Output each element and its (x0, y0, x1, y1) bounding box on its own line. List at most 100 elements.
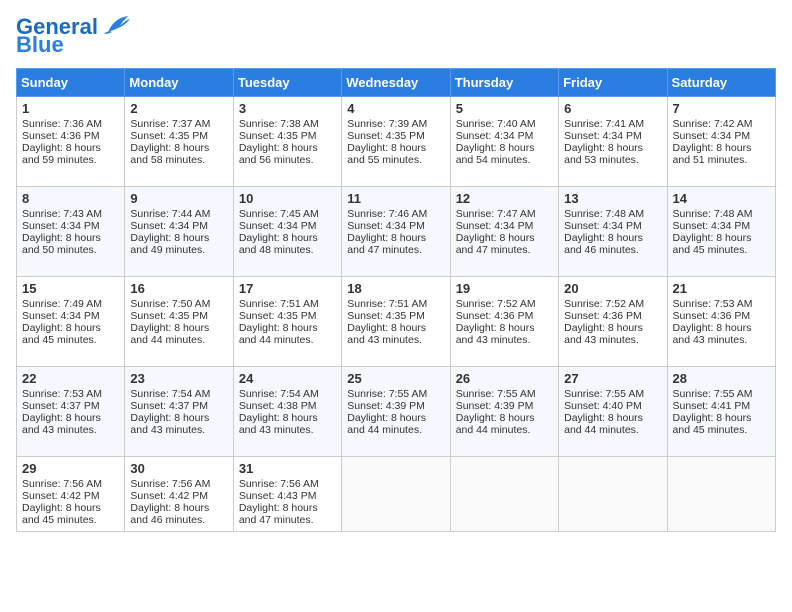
sunset-time: Sunset: 4:39 PM (347, 400, 425, 412)
sunset-time: Sunset: 4:35 PM (239, 310, 317, 322)
day-number: 3 (239, 101, 336, 116)
day-number: 6 (564, 101, 661, 116)
calendar-cell-16: 16Sunrise: 7:50 AMSunset: 4:35 PMDayligh… (125, 277, 233, 367)
calendar-cell-2: 2Sunrise: 7:37 AMSunset: 4:35 PMDaylight… (125, 97, 233, 187)
sunrise-time: Sunrise: 7:56 AM (239, 478, 319, 490)
daylight-hours: Daylight: 8 hours and 55 minutes. (347, 142, 426, 166)
calendar-cell-empty (450, 457, 558, 532)
daylight-hours: Daylight: 8 hours and 54 minutes. (456, 142, 535, 166)
calendar-cell-8: 8Sunrise: 7:43 AMSunset: 4:34 PMDaylight… (17, 187, 125, 277)
daylight-hours: Daylight: 8 hours and 43 minutes. (673, 322, 752, 346)
day-number: 28 (673, 371, 770, 386)
daylight-hours: Daylight: 8 hours and 44 minutes. (564, 412, 643, 436)
sunrise-time: Sunrise: 7:56 AM (130, 478, 210, 490)
sunset-time: Sunset: 4:34 PM (456, 130, 534, 142)
sunset-time: Sunset: 4:34 PM (564, 130, 642, 142)
day-number: 4 (347, 101, 444, 116)
daylight-hours: Daylight: 8 hours and 51 minutes. (673, 142, 752, 166)
calendar-cell-21: 21Sunrise: 7:53 AMSunset: 4:36 PMDayligh… (667, 277, 775, 367)
sunrise-time: Sunrise: 7:46 AM (347, 208, 427, 220)
sunset-time: Sunset: 4:34 PM (239, 220, 317, 232)
day-number: 16 (130, 281, 227, 296)
daylight-hours: Daylight: 8 hours and 56 minutes. (239, 142, 318, 166)
sunset-time: Sunset: 4:40 PM (564, 400, 642, 412)
sunrise-time: Sunrise: 7:36 AM (22, 118, 102, 130)
sunrise-time: Sunrise: 7:48 AM (564, 208, 644, 220)
sunset-time: Sunset: 4:36 PM (564, 310, 642, 322)
daylight-hours: Daylight: 8 hours and 58 minutes. (130, 142, 209, 166)
daylight-hours: Daylight: 8 hours and 44 minutes. (130, 322, 209, 346)
logo: General Blue (16, 16, 132, 56)
calendar-cell-20: 20Sunrise: 7:52 AMSunset: 4:36 PMDayligh… (559, 277, 667, 367)
sunrise-time: Sunrise: 7:53 AM (673, 298, 753, 310)
day-number: 12 (456, 191, 553, 206)
sunrise-time: Sunrise: 7:43 AM (22, 208, 102, 220)
sunset-time: Sunset: 4:42 PM (130, 490, 208, 502)
daylight-hours: Daylight: 8 hours and 45 minutes. (22, 502, 101, 526)
calendar-header-row: SundayMondayTuesdayWednesdayThursdayFrid… (17, 69, 776, 97)
sunrise-time: Sunrise: 7:53 AM (22, 388, 102, 400)
sunset-time: Sunset: 4:37 PM (130, 400, 208, 412)
sunset-time: Sunset: 4:35 PM (239, 130, 317, 142)
calendar-cell-3: 3 Sunrise: 7:38 AMSunset: 4:35 PMDaylight… (233, 97, 341, 187)
day-number: 5 (456, 101, 553, 116)
daylight-hours: Daylight: 8 hours and 43 minutes. (456, 322, 535, 346)
day-number: 14 (673, 191, 770, 206)
sunset-time: Sunset: 4:34 PM (347, 220, 425, 232)
day-number: 17 (239, 281, 336, 296)
sunrise-time: Sunrise: 7:55 AM (564, 388, 644, 400)
day-number: 22 (22, 371, 119, 386)
sunset-time: Sunset: 4:36 PM (673, 310, 751, 322)
calendar-cell-17: 17Sunrise: 7:51 AMSunset: 4:35 PMDayligh… (233, 277, 341, 367)
day-number: 25 (347, 371, 444, 386)
sunrise-time: Sunrise: 7:42 AM (673, 118, 753, 130)
daylight-hours: Daylight: 8 hours and 45 minutes. (22, 322, 101, 346)
daylight-hours: Daylight: 8 hours and 45 minutes. (673, 232, 752, 256)
sunrise-time: Sunrise: 7:56 AM (22, 478, 102, 490)
sunset-time: Sunset: 4:34 PM (22, 220, 100, 232)
sunset-time: Sunset: 4:34 PM (673, 130, 751, 142)
day-number: 1 (22, 101, 119, 116)
col-header-tuesday: Tuesday (233, 69, 341, 97)
logo-text-blue: Blue (16, 34, 64, 56)
daylight-hours: Daylight: 8 hours and 43 minutes. (130, 412, 209, 436)
sunset-time: Sunset: 4:35 PM (347, 310, 425, 322)
daylight-hours: Daylight: 8 hours and 47 minutes. (239, 502, 318, 526)
sunrise-time: Sunrise: 7:55 AM (347, 388, 427, 400)
sunset-time: Sunset: 4:34 PM (564, 220, 642, 232)
daylight-hours: Daylight: 8 hours and 44 minutes. (456, 412, 535, 436)
calendar-cell-19: 19Sunrise: 7:52 AMSunset: 4:36 PMDayligh… (450, 277, 558, 367)
day-number: 23 (130, 371, 227, 386)
day-number: 31 (239, 461, 336, 476)
day-number: 29 (22, 461, 119, 476)
calendar-cell-15: 15Sunrise: 7:49 AMSunset: 4:34 PMDayligh… (17, 277, 125, 367)
sunrise-time: Sunrise: 7:45 AM (239, 208, 319, 220)
daylight-hours: Daylight: 8 hours and 43 minutes. (22, 412, 101, 436)
daylight-hours: Daylight: 8 hours and 59 minutes. (22, 142, 101, 166)
sunset-time: Sunset: 4:37 PM (22, 400, 100, 412)
sunrise-time: Sunrise: 7:48 AM (673, 208, 753, 220)
calendar-cell-7: 7Sunrise: 7:42 AMSunset: 4:34 PMDaylight… (667, 97, 775, 187)
sunset-time: Sunset: 4:35 PM (130, 130, 208, 142)
daylight-hours: Daylight: 8 hours and 46 minutes. (130, 502, 209, 526)
sunrise-time: Sunrise: 7:54 AM (239, 388, 319, 400)
day-number: 27 (564, 371, 661, 386)
day-number: 20 (564, 281, 661, 296)
calendar-cell-1: 1Sunrise: 7:36 AMSunset: 4:36 PMDaylight… (17, 97, 125, 187)
sunrise-time: Sunrise: 7:38 AM (239, 118, 319, 130)
calendar-cell-11: 11Sunrise: 7:46 AMSunset: 4:34 PMDayligh… (342, 187, 450, 277)
sunset-time: Sunset: 4:34 PM (673, 220, 751, 232)
sunset-time: Sunset: 4:42 PM (22, 490, 100, 502)
daylight-hours: Daylight: 8 hours and 47 minutes. (456, 232, 535, 256)
daylight-hours: Daylight: 8 hours and 43 minutes. (347, 322, 426, 346)
logo-bird-icon (100, 14, 132, 36)
sunrise-time: Sunrise: 7:55 AM (673, 388, 753, 400)
col-header-wednesday: Wednesday (342, 69, 450, 97)
calendar-cell-empty (342, 457, 450, 532)
col-header-monday: Monday (125, 69, 233, 97)
sunset-time: Sunset: 4:38 PM (239, 400, 317, 412)
day-number: 18 (347, 281, 444, 296)
sunrise-time: Sunrise: 7:51 AM (347, 298, 427, 310)
daylight-hours: Daylight: 8 hours and 46 minutes. (564, 232, 643, 256)
daylight-hours: Daylight: 8 hours and 43 minutes. (564, 322, 643, 346)
